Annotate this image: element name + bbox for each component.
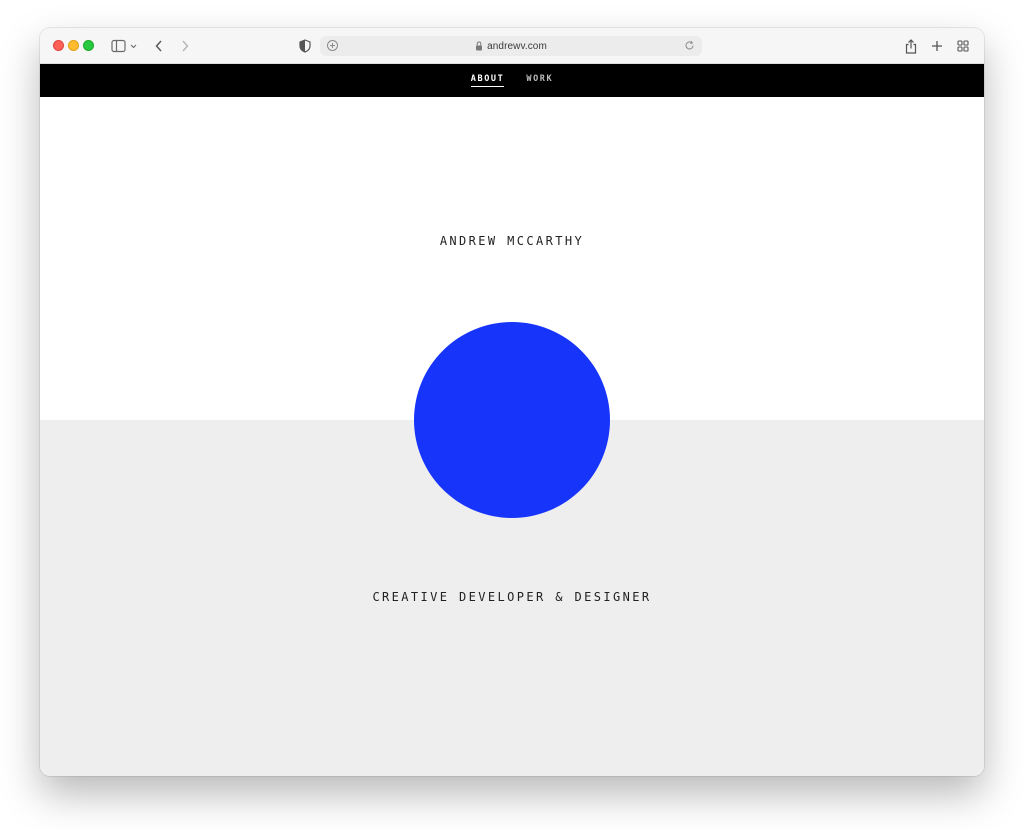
reader-icon[interactable] bbox=[326, 39, 339, 57]
address-bar[interactable]: andrewv.com bbox=[320, 36, 702, 56]
chevron-right-icon bbox=[182, 40, 189, 52]
browser-window: andrewv.com ABOUT WORK ANDREW MCCARTHY C… bbox=[40, 28, 984, 776]
reload-icon[interactable] bbox=[683, 39, 696, 57]
lock-icon bbox=[475, 41, 483, 51]
blue-circle-graphic bbox=[414, 322, 610, 518]
privacy-report-button[interactable] bbox=[296, 36, 314, 56]
sidebar-toggle-button[interactable] bbox=[108, 36, 142, 56]
tab-overview-icon bbox=[957, 40, 969, 52]
share-button[interactable] bbox=[902, 36, 920, 56]
plus-icon bbox=[932, 41, 942, 51]
new-tab-button[interactable] bbox=[928, 36, 946, 56]
forward-button[interactable] bbox=[176, 36, 194, 56]
close-window-button[interactable] bbox=[53, 40, 64, 51]
nav-link-about[interactable]: ABOUT bbox=[470, 74, 505, 87]
site-owner-name: ANDREW MCCARTHY bbox=[439, 234, 585, 248]
chevron-left-icon bbox=[155, 40, 162, 52]
site-navigation: ABOUT WORK bbox=[40, 64, 984, 97]
site-tagline: CREATIVE DEVELOPER & DESIGNER bbox=[372, 590, 652, 604]
share-icon bbox=[905, 38, 917, 54]
tab-overview-button[interactable] bbox=[954, 36, 972, 56]
back-button[interactable] bbox=[150, 36, 168, 56]
web-page: ABOUT WORK ANDREW MCCARTHY CREATIVE DEVE… bbox=[40, 64, 984, 776]
shield-icon bbox=[299, 39, 311, 53]
browser-toolbar: andrewv.com bbox=[40, 28, 984, 64]
nav-link-work[interactable]: WORK bbox=[526, 74, 553, 87]
maximize-window-button[interactable] bbox=[83, 40, 94, 51]
minimize-window-button[interactable] bbox=[68, 40, 79, 51]
sidebar-icon bbox=[111, 39, 137, 53]
address-url: andrewv.com bbox=[487, 40, 547, 52]
